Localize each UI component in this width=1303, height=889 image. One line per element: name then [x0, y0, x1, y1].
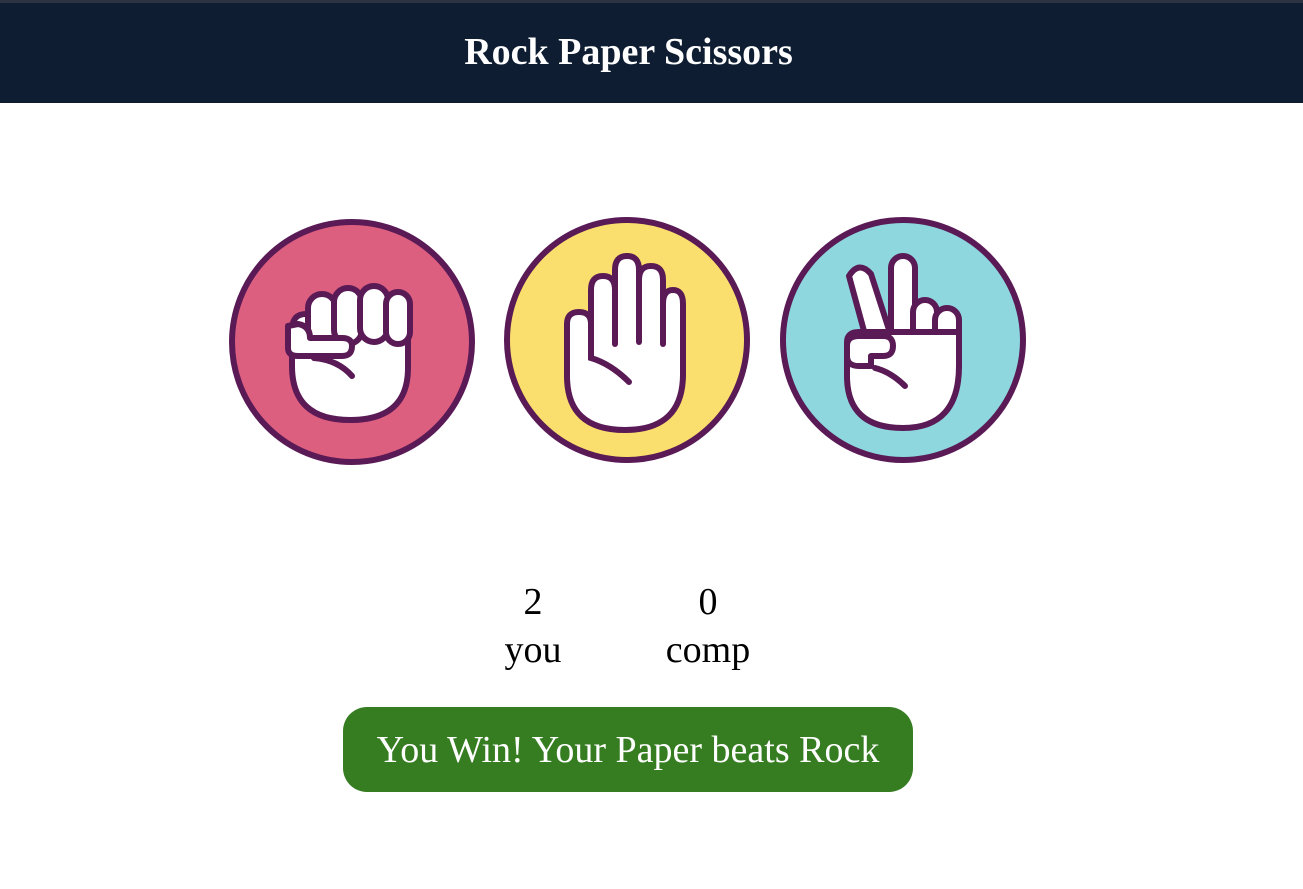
app-header: Rock Paper Scissors: [0, 3, 1303, 103]
user-score-value: 2: [523, 581, 543, 623]
fist-rock-icon: [229, 219, 475, 465]
scissors-choice-button[interactable]: [779, 216, 1027, 464]
comp-score-panel: 0 comp: [648, 578, 768, 674]
result-message: You Win! Your Paper beats Rock: [343, 707, 913, 792]
comp-score-label: comp: [665, 629, 751, 671]
page-title: Rock Paper Scissors: [464, 31, 793, 73]
rock-choice-button[interactable]: [228, 218, 476, 466]
peace-hand-scissors-icon: [780, 217, 1026, 463]
user-score-panel: 2 you: [483, 578, 583, 674]
user-score-label: you: [504, 629, 562, 671]
open-hand-paper-icon: [504, 217, 750, 463]
paper-choice-button[interactable]: [503, 216, 751, 464]
comp-score-value: 0: [698, 581, 718, 623]
